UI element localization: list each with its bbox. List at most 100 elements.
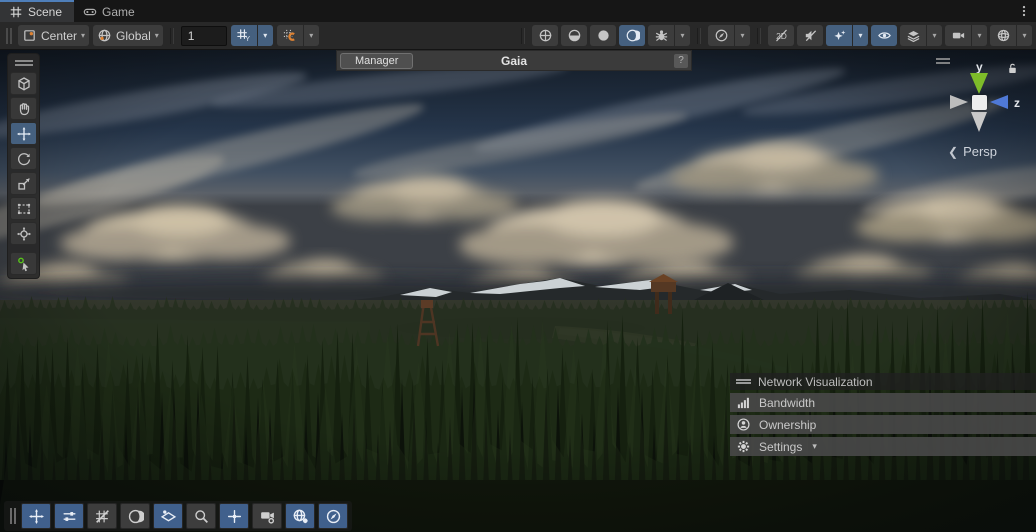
axis-z-cone[interactable] <box>990 95 1008 109</box>
moon-button[interactable] <box>120 503 150 529</box>
world-settings-button[interactable] <box>285 503 315 529</box>
audio-mute-button[interactable] <box>797 25 823 46</box>
snap-magnet-dropdown-button[interactable]: ▾ <box>304 25 319 46</box>
axis-x-cone[interactable] <box>950 95 968 109</box>
axis-z-label: z <box>1014 96 1020 110</box>
snap-magnet-button[interactable] <box>277 25 303 46</box>
tools-overlay-drag-handle[interactable] <box>15 57 33 70</box>
compass-button[interactable] <box>318 503 348 529</box>
snap-point-button[interactable] <box>219 503 249 529</box>
network-item-bandwidth[interactable]: Bandwidth <box>730 393 1036 412</box>
tab-scene[interactable]: Scene <box>0 0 74 22</box>
chevron-down-icon: ▾ <box>155 32 159 40</box>
chevron-left-icon: ❮ <box>948 145 958 159</box>
tab-label: Game <box>102 5 135 19</box>
rotate-tool-button[interactable] <box>10 147 37 170</box>
scale-tool-button[interactable] <box>10 172 37 195</box>
transform-tool-button[interactable] <box>10 222 37 245</box>
effects-dropdown-button[interactable]: ▾ <box>853 25 868 46</box>
svg-text:Y: Y <box>246 36 251 43</box>
rotate-tool-icon <box>16 151 32 167</box>
grid-axis-button[interactable]: Y <box>231 25 257 46</box>
axis-neg-y-cone[interactable] <box>971 112 987 132</box>
gaia-window-titlebar[interactable]: Manager Gaia ? <box>336 50 692 71</box>
tab-game[interactable]: Game <box>74 0 147 22</box>
effects-button[interactable] <box>826 25 852 46</box>
hand-pan-icon <box>16 101 32 117</box>
move-tool-button[interactable] <box>21 503 51 529</box>
camera-record-icon <box>259 508 276 525</box>
gizmo-sphere-dropdown-button[interactable]: ▾ <box>1017 25 1032 46</box>
2d-toggle-button[interactable]: 2D <box>768 25 794 46</box>
camera-record-button[interactable] <box>252 503 282 529</box>
network-panel-header[interactable]: Network Visualization <box>730 373 1036 390</box>
move-tool-button[interactable] <box>10 122 37 145</box>
network-panel-drag-handle[interactable] <box>736 379 751 384</box>
magnifier-icon <box>193 508 210 525</box>
orientation-gizmo[interactable]: y z ❮ Persp <box>930 56 1034 168</box>
custom-tool-button[interactable] <box>10 252 37 275</box>
network-item-label: Settings <box>759 440 802 454</box>
toolbar-separator <box>757 28 761 44</box>
grid-off-button[interactable] <box>87 503 117 529</box>
scale-tool-icon <box>16 176 32 192</box>
manager-button[interactable]: Manager <box>340 53 413 69</box>
compass-icon <box>714 28 729 43</box>
layers-dropdown-button[interactable]: ▾ <box>927 25 942 46</box>
grid-axis-dropdown-button[interactable]: ▾ <box>258 25 273 46</box>
gizmo-center-cube[interactable] <box>972 95 987 110</box>
help-button[interactable]: ? <box>674 54 688 68</box>
bottom-overlay-drag-handle[interactable] <box>10 508 16 524</box>
chevron-down-icon: ▾ <box>740 32 744 40</box>
sphere-filled-button[interactable] <box>590 25 616 46</box>
grid-off-icon <box>94 508 111 525</box>
chevron-down-icon: ▾ <box>858 32 862 40</box>
camera-view-dropdown-button[interactable]: ▾ <box>972 25 987 46</box>
camera-view-button[interactable] <box>945 25 971 46</box>
magnifier-button[interactable] <box>186 503 216 529</box>
transform-tool-icon <box>16 226 32 242</box>
spawner-diamond-button[interactable] <box>153 503 183 529</box>
sphere-wireframe-button[interactable] <box>532 25 558 46</box>
grid-size-input[interactable] <box>181 26 227 46</box>
compass-dropdown-button[interactable]: ▾ <box>735 25 750 46</box>
audio-mute-icon <box>803 28 818 43</box>
scene-view-toolbar: Center ▾ Global ▾ Y ▾ ▾ ▾ ▾ 2D ▾ ▾ ▾ ▾ <box>0 22 1036 50</box>
bottom-tools-overlay <box>4 501 352 531</box>
lock-icon[interactable] <box>1006 62 1019 75</box>
sliders-button[interactable] <box>54 503 84 529</box>
layers-button[interactable] <box>900 25 926 46</box>
moon-icon <box>127 508 144 525</box>
scene-viewport[interactable]: Manager Gaia ? y z ❮ Persp <box>0 50 1036 532</box>
network-item-ownership[interactable]: Ownership <box>730 415 1036 434</box>
network-panel-title: Network Visualization <box>758 375 873 389</box>
gizmo-sphere-icon <box>996 28 1011 43</box>
bug-dropdown-button[interactable]: ▾ <box>675 25 690 46</box>
tools-overlay <box>7 53 40 279</box>
moon-button[interactable] <box>619 25 645 46</box>
view-cube-icon <box>16 76 32 92</box>
rect-tool-button[interactable] <box>10 197 37 220</box>
hand-pan-button[interactable] <box>10 97 37 120</box>
bug-button[interactable] <box>648 25 674 46</box>
pivot-orientation-button[interactable]: Global ▾ <box>93 25 163 46</box>
toolbar-separator <box>697 28 701 44</box>
pivot-mode-button[interactable]: Center ▾ <box>18 25 89 46</box>
toolbar-drag-handle[interactable] <box>6 28 12 44</box>
visibility-eye-button[interactable] <box>871 25 897 46</box>
gizmo-sphere-button[interactable] <box>990 25 1016 46</box>
view-cube-button[interactable] <box>10 72 37 95</box>
sphere-half-button[interactable] <box>561 25 587 46</box>
compass-button[interactable] <box>708 25 734 46</box>
toolbar-separator <box>170 28 174 44</box>
gear-icon <box>736 439 751 454</box>
person-icon <box>736 417 751 432</box>
projection-toggle[interactable]: ❮ Persp <box>948 144 997 159</box>
kebab-menu-icon[interactable] <box>1012 0 1036 22</box>
axis-y-cone[interactable] <box>970 73 988 94</box>
gizmo-overlay-drag-handle[interactable] <box>936 58 950 64</box>
network-item-settings[interactable]: Settings▾ <box>730 437 1036 456</box>
network-item-label: Ownership <box>759 418 816 432</box>
camera-view-icon <box>951 28 966 43</box>
layers-icon <box>906 28 921 43</box>
